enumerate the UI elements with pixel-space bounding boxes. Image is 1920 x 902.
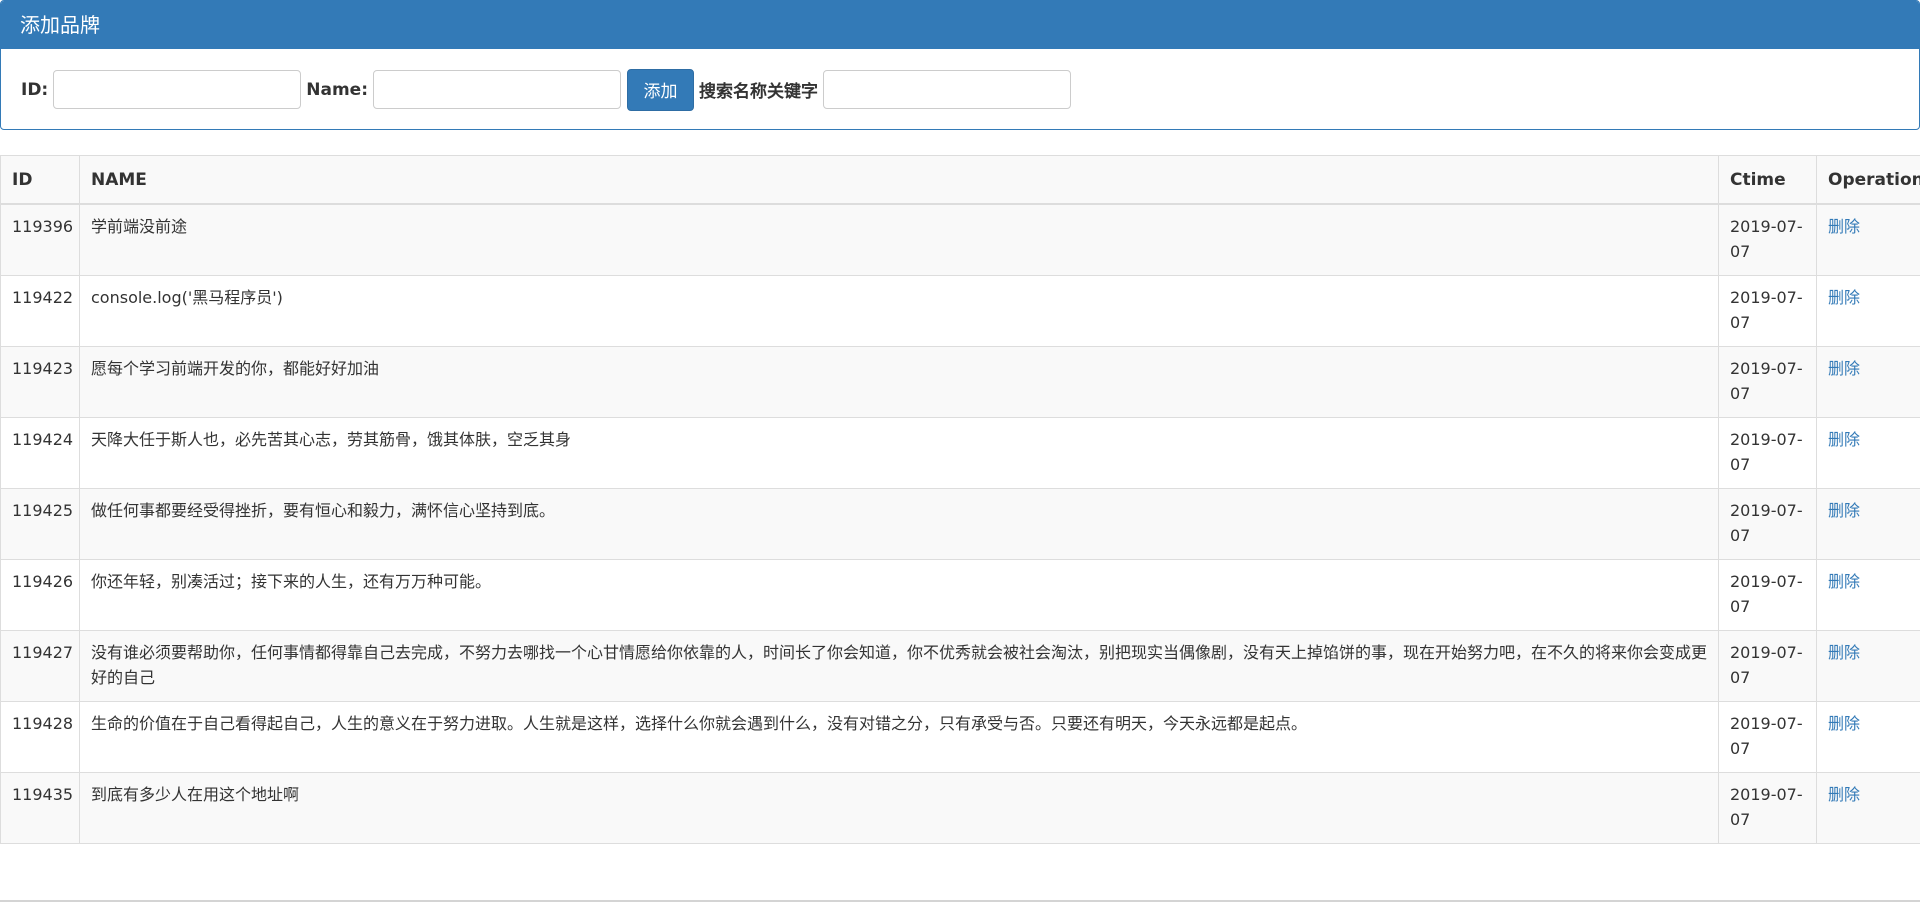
table-row: 119425 做任何事都要经受得挫折，要有恒心和毅力，满怀信心坚持到底。 2019-… [0, 487, 1920, 560]
cell-name: 学前端没前途 [79, 203, 1719, 276]
delete-link[interactable]: 删除 [1828, 572, 1860, 591]
cell-name: 天降大任于斯人也，必先苦其心志，劳其筋骨，饿其体肤，空乏其身 [79, 416, 1719, 489]
table-row: 119422 console.log('黑马程序员') 2019-07-07 删除 [0, 274, 1920, 347]
cell-id: 119427 [0, 629, 80, 702]
cell-ctime: 2019-07-07 [1718, 416, 1817, 489]
cell-id: 119425 [0, 487, 80, 560]
table-row: 119428 生命的价值在于自己看得起自己，人生的意义在于努力进取。人生就是这样，… [0, 700, 1920, 773]
table-row: 119427 没有谁必须要帮助你，任何事情都得靠自己去完成，不努力去哪找一个心甘情… [0, 629, 1920, 702]
cell-operation: 删除 [1816, 274, 1920, 347]
cell-name: 做任何事都要经受得挫折，要有恒心和毅力，满怀信心坚持到底。 [79, 487, 1719, 560]
cell-name: 没有谁必须要帮助你，任何事情都得靠自己去完成，不努力去哪找一个心甘情愿给你依靠的… [79, 629, 1719, 702]
cell-operation: 删除 [1816, 203, 1920, 276]
table-row: 119423 愿每个学习前端开发的你，都能好好加油 2019-07-07 删除 [0, 345, 1920, 418]
cell-name: 生命的价值在于自己看得起自己，人生的意义在于努力进取。人生就是这样，选择什么你就… [79, 700, 1719, 773]
add-button[interactable]: 添加 [627, 68, 694, 111]
cell-id: 119424 [0, 416, 80, 489]
table-header-row: ID NAME Ctime Operation [0, 155, 1920, 205]
delete-link[interactable]: 删除 [1828, 430, 1860, 449]
delete-link[interactable]: 删除 [1828, 359, 1860, 378]
cell-id: 119435 [0, 771, 80, 844]
add-brand-panel: 添加品牌 ID: Name: 添加 搜索名称关键字 [0, 0, 1920, 130]
header-name: NAME [79, 155, 1719, 205]
cell-id: 119423 [0, 345, 80, 418]
table-row: 119424 天降大任于斯人也，必先苦其心志，劳其筋骨，饿其体肤，空乏其身 2019… [0, 416, 1920, 489]
table-row: 119426 你还年轻，别凑活过；接下来的人生，还有万万种可能。 2019-07-0… [0, 558, 1920, 631]
name-label: Name: [306, 79, 368, 100]
cell-ctime: 2019-07-07 [1718, 487, 1817, 560]
cell-id: 119422 [0, 274, 80, 347]
cell-operation: 删除 [1816, 771, 1920, 844]
search-input[interactable] [823, 70, 1071, 109]
header-ctime: Ctime [1718, 155, 1817, 205]
id-label: ID: [21, 79, 49, 100]
cell-operation: 删除 [1816, 700, 1920, 773]
delete-link[interactable]: 删除 [1828, 288, 1860, 307]
delete-link[interactable]: 删除 [1828, 785, 1860, 804]
table-row: 119396 学前端没前途 2019-07-07 删除 [0, 203, 1920, 276]
header-id: ID [0, 155, 80, 205]
id-input[interactable] [53, 70, 302, 109]
cell-id: 119396 [0, 203, 80, 276]
cell-name: 愿每个学习前端开发的你，都能好好加油 [79, 345, 1719, 418]
cell-name: console.log('黑马程序员') [79, 274, 1719, 347]
add-brand-form: ID: Name: 添加 搜索名称关键字 [21, 68, 1076, 111]
table-row: 119435 到底有多少人在用这个地址啊 2019-07-07 删除 [0, 771, 1920, 844]
search-label: 搜索名称关键字 [699, 82, 818, 102]
cell-operation: 删除 [1816, 487, 1920, 560]
cell-ctime: 2019-07-07 [1718, 771, 1817, 844]
brand-table: ID NAME Ctime Operation 119396 学前端没前途 2019… [0, 155, 1920, 844]
cell-id: 119426 [0, 558, 80, 631]
cell-operation: 删除 [1816, 345, 1920, 418]
cell-ctime: 2019-07-07 [1718, 274, 1817, 347]
cell-ctime: 2019-07-07 [1718, 629, 1817, 702]
cell-ctime: 2019-07-07 [1718, 558, 1817, 631]
cell-name: 你还年轻，别凑活过；接下来的人生，还有万万种可能。 [79, 558, 1719, 631]
table-body: 119396 学前端没前途 2019-07-07 删除 119422 console.lo… [0, 203, 1920, 844]
cell-ctime: 2019-07-07 [1718, 700, 1817, 773]
delete-link[interactable]: 删除 [1828, 217, 1860, 236]
delete-link[interactable]: 删除 [1828, 501, 1860, 520]
cell-operation: 删除 [1816, 629, 1920, 702]
header-operation: Operation [1816, 155, 1920, 205]
name-input[interactable] [373, 70, 621, 109]
cell-ctime: 2019-07-07 [1718, 203, 1817, 276]
delete-link[interactable]: 删除 [1828, 714, 1860, 733]
cell-operation: 删除 [1816, 416, 1920, 489]
cell-name: 到底有多少人在用这个地址啊 [79, 771, 1719, 844]
cell-id: 119428 [0, 700, 80, 773]
panel-title: 添加品牌 [1, 1, 1919, 49]
delete-link[interactable]: 删除 [1828, 643, 1860, 662]
cell-ctime: 2019-07-07 [1718, 345, 1817, 418]
cell-operation: 删除 [1816, 558, 1920, 631]
